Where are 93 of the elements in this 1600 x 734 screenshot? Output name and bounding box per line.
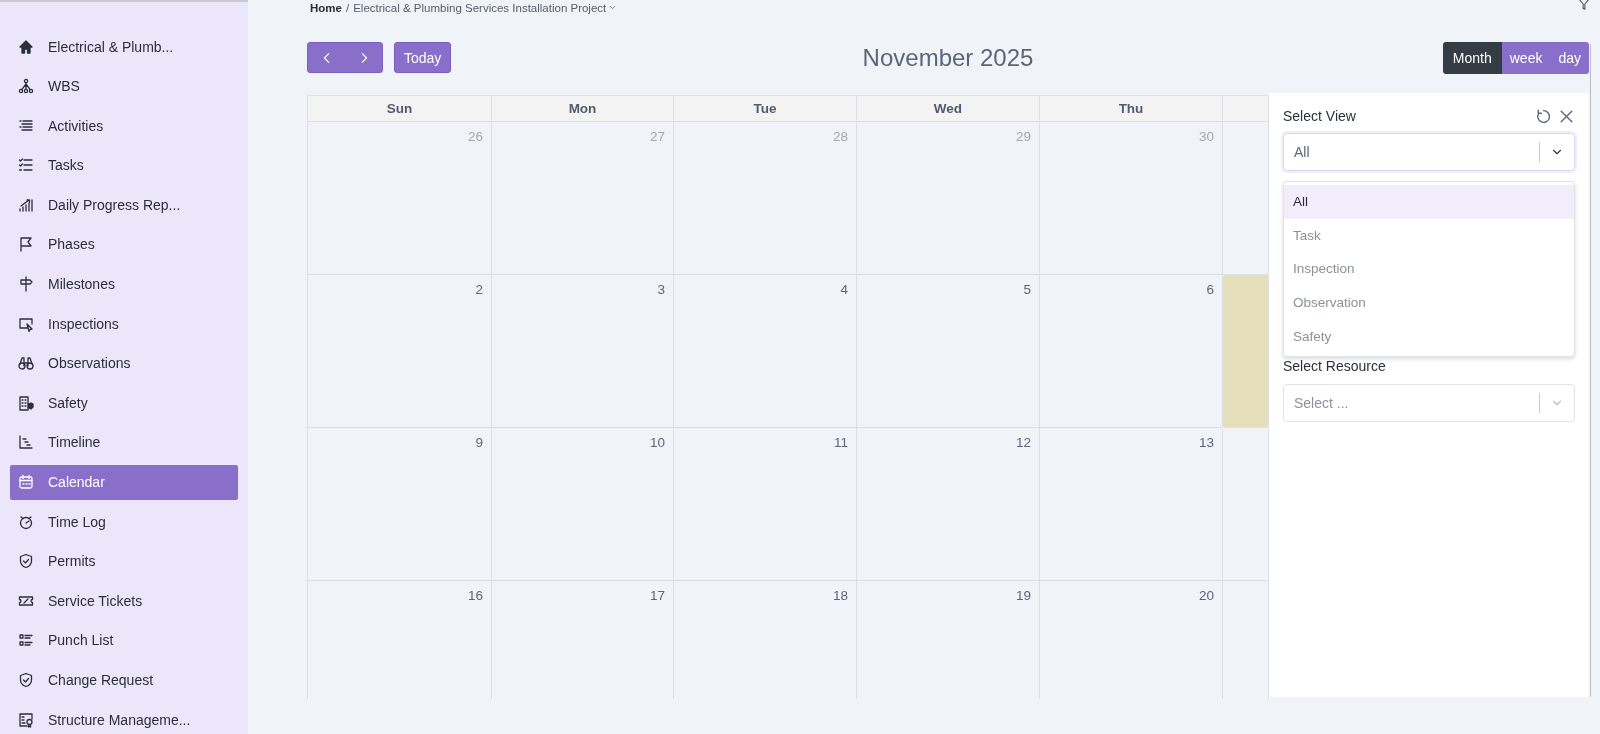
day-number: 28 xyxy=(832,129,848,144)
calendar-cell[interactable]: 12 xyxy=(857,428,1040,581)
sidebar-item[interactable]: Permits xyxy=(10,543,238,579)
day-number: 5 xyxy=(1023,282,1031,297)
calendar-title: November 2025 xyxy=(862,43,1034,72)
sidebar-item[interactable]: Activities xyxy=(10,108,238,144)
weekday-header: Mon xyxy=(492,95,674,122)
calendar-cell[interactable]: 6 xyxy=(1040,275,1223,428)
dropdown-option[interactable]: Task xyxy=(1284,218,1574,253)
day-number: 19 xyxy=(1015,588,1031,603)
calendar-cell[interactable]: 4 xyxy=(674,275,857,428)
reset-button[interactable] xyxy=(1535,107,1552,125)
hierarchy-icon xyxy=(18,78,34,95)
sidebar-item[interactable]: Milestones xyxy=(10,266,238,302)
day-number: 6 xyxy=(1206,282,1214,297)
chevron-down-icon xyxy=(608,3,618,12)
calendar-cell[interactable]: 5 xyxy=(857,275,1040,428)
breadcrumb-separator: / xyxy=(345,1,350,14)
sidebar-item[interactable]: Service Tickets xyxy=(10,583,238,619)
sidebar-item[interactable]: Daily Progress Rep... xyxy=(10,187,238,223)
field-label: Select View xyxy=(1283,108,1356,124)
sidebar-item[interactable]: Inspections xyxy=(10,306,238,342)
calendar-icon xyxy=(18,474,34,491)
view-tab[interactable]: week xyxy=(1501,41,1551,74)
day-number: 18 xyxy=(832,588,848,603)
cursor-icon xyxy=(18,315,34,332)
flag-icon xyxy=(18,236,34,253)
day-number: 13 xyxy=(1198,435,1214,450)
calendar-cell[interactable] xyxy=(1223,428,1269,581)
dropdown-option[interactable]: Safety xyxy=(1284,319,1574,353)
binoculars-icon xyxy=(18,355,34,372)
sidebar-item[interactable]: Time Log xyxy=(10,504,238,540)
dropdown-option[interactable]: All xyxy=(1284,185,1574,219)
weekday-header: Tue xyxy=(674,95,857,122)
certificate-icon xyxy=(18,711,34,728)
calendar-cell[interactable]: 3 xyxy=(492,275,674,428)
sidebar-item[interactable]: Punch List xyxy=(10,622,238,658)
shield-check-icon xyxy=(18,553,34,570)
list-icon xyxy=(18,117,34,134)
sidebar-item[interactable]: Calendar xyxy=(10,464,238,500)
breadcrumb-item[interactable]: Electrical & Plumbing Services Installation Project xyxy=(353,1,607,14)
filter-icon xyxy=(1577,0,1591,11)
view-tab[interactable]: day xyxy=(1550,41,1589,74)
day-number: 30 xyxy=(1198,129,1214,144)
weekday-header: Sun xyxy=(308,95,492,122)
day-number: 4 xyxy=(840,282,848,297)
sidebar-item[interactable]: Safety xyxy=(10,385,238,421)
day-number: 10 xyxy=(649,435,665,450)
calendar-cell[interactable]: 9 xyxy=(308,428,492,581)
calendar-cell[interactable] xyxy=(1223,275,1269,428)
sidebar-item[interactable]: Observations xyxy=(10,345,238,381)
dropdown-option[interactable]: Observation xyxy=(1284,285,1574,320)
sidebar-item[interactable]: Tasks xyxy=(10,147,238,183)
day-number: 20 xyxy=(1198,588,1214,603)
calendar-cell[interactable]: 11 xyxy=(674,428,857,581)
building-icon xyxy=(18,394,34,411)
weekday-header: Wed xyxy=(857,95,1040,122)
checklist-icon xyxy=(18,157,34,174)
list-icon xyxy=(18,632,34,649)
sidebar-item[interactable]: WBS xyxy=(10,68,238,104)
day-number: 16 xyxy=(467,588,483,603)
signpost-icon xyxy=(18,276,34,293)
day-number: 2 xyxy=(475,282,483,297)
breadcrumb-link[interactable]: Home xyxy=(310,1,342,14)
day-number: 27 xyxy=(649,129,665,144)
dropdown-option[interactable]: Inspection xyxy=(1284,252,1574,286)
sidebar-item[interactable]: Timeline xyxy=(10,424,238,460)
field-label: Select Resource xyxy=(1283,358,1387,374)
calendar-cell[interactable]: 13 xyxy=(1040,428,1223,581)
sidebar-item[interactable]: Structure Manageme... xyxy=(10,702,238,734)
shield-check-icon xyxy=(18,672,34,688)
calendar-cell[interactable]: 2 xyxy=(308,275,492,428)
weekday-header: Thu xyxy=(1040,95,1223,122)
calendar-cell[interactable]: 10 xyxy=(492,428,674,581)
scrollbar[interactable] xyxy=(1590,44,1591,697)
timeline-icon xyxy=(18,434,34,451)
home-icon xyxy=(18,38,34,55)
view-select[interactable]: All xyxy=(1283,133,1575,171)
day-number: 12 xyxy=(1015,435,1031,450)
sidebar-item[interactable]: Change Request xyxy=(10,662,238,698)
sidebar-item[interactable]: Electrical & Plumb... xyxy=(10,29,238,64)
day-number: 17 xyxy=(649,588,665,603)
day-number: 26 xyxy=(467,129,483,144)
calendar-cell[interactable] xyxy=(1223,122,1269,275)
day-number: 9 xyxy=(475,435,483,450)
day-number: 11 xyxy=(834,435,848,450)
view-tab[interactable]: Month xyxy=(1442,41,1502,74)
day-number: 29 xyxy=(1015,129,1031,144)
day-number: 3 xyxy=(657,282,665,297)
resource-select[interactable]: Select ... xyxy=(1283,384,1575,422)
today-button[interactable]: Today xyxy=(394,42,452,73)
sidebar-item[interactable]: Phases xyxy=(10,226,238,262)
bar-chart-icon xyxy=(18,196,34,213)
